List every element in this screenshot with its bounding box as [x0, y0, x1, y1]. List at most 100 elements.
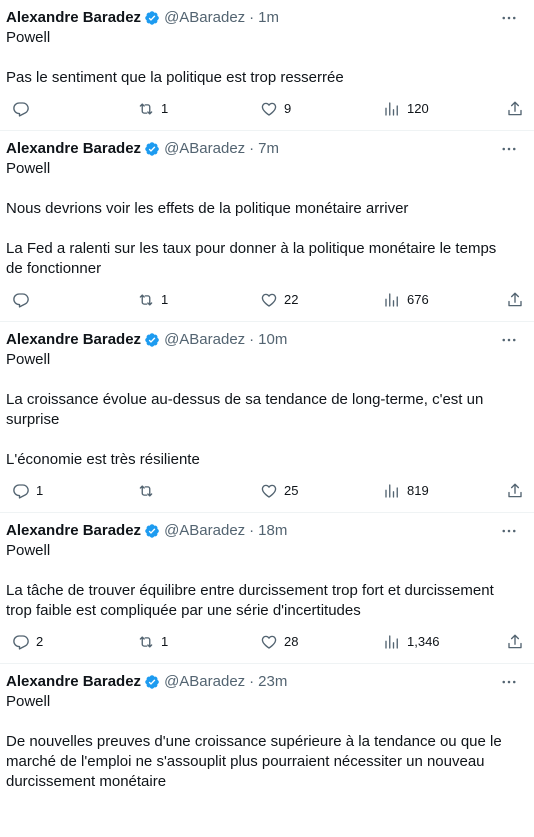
- more-icon[interactable]: [500, 332, 518, 348]
- reply-icon: [13, 102, 29, 117]
- verified-badge-icon: [144, 674, 160, 690]
- tweet-header: Alexandre Baradez @ABaradez · 7m: [6, 139, 534, 159]
- views-icon: [385, 293, 398, 307]
- share-button[interactable]: [506, 482, 524, 500]
- retweet-icon: [139, 485, 153, 497]
- retweet-button[interactable]: 1: [137, 100, 168, 118]
- tweet-paragraph: Powell: [6, 160, 51, 177]
- author-name[interactable]: Alexandre Baradez: [6, 8, 141, 28]
- verified-badge-icon: [144, 523, 160, 539]
- dot-separator: ·: [249, 9, 255, 26]
- tweet-text: Powell Pas le sentiment que la politique…: [6, 28, 534, 88]
- tweet[interactable]: Alexandre Baradez @ABaradez · 18m Powell…: [0, 513, 534, 664]
- verified-badge-icon: [144, 141, 160, 157]
- tweet-text: Powell La croissance évolue au-dessus de…: [6, 350, 534, 470]
- tweet-paragraph: La tâche de trouver équilibre entre durc…: [6, 582, 494, 619]
- retweet-icon: [139, 294, 153, 306]
- retweet-button[interactable]: 1: [137, 291, 168, 309]
- tweet[interactable]: Alexandre Baradez @ABaradez · 1m Powell …: [0, 0, 534, 131]
- reply-icon: [13, 484, 29, 499]
- views-count: 819: [407, 483, 429, 498]
- retweet-count: 1: [161, 634, 169, 649]
- tweet-text: Powell De nouvelles preuves d'une croiss…: [6, 692, 534, 792]
- dot-separator: ·: [249, 140, 255, 157]
- retweet-button[interactable]: 1: [137, 633, 168, 651]
- reply-button[interactable]: [12, 100, 36, 118]
- like-button[interactable]: 9: [260, 100, 291, 118]
- tweet-paragraph: L'économie est très résiliente: [6, 451, 200, 468]
- views-button[interactable]: 120: [383, 100, 429, 118]
- like-button[interactable]: 22: [260, 291, 298, 309]
- tweet-timestamp[interactable]: 1m: [258, 8, 279, 28]
- tweet-header: Alexandre Baradez @ABaradez · 23m: [6, 672, 534, 692]
- tweet-text: Powell La tâche de trouver équilibre ent…: [6, 541, 534, 621]
- tweet-actions: 1 9 120: [6, 100, 534, 120]
- author-name[interactable]: Alexandre Baradez: [6, 672, 141, 692]
- like-count: 25: [284, 483, 299, 498]
- tweet-paragraph: La croissance évolue au-dessus de sa ten…: [6, 391, 484, 428]
- like-icon: [261, 293, 277, 307]
- views-count: 676: [407, 292, 429, 307]
- like-icon: [261, 484, 277, 498]
- more-icon[interactable]: [500, 523, 518, 539]
- reply-count: 2: [36, 634, 44, 649]
- retweet-icon: [139, 636, 153, 648]
- share-icon: [508, 483, 522, 498]
- views-button[interactable]: 676: [383, 291, 429, 309]
- dot-separator: ·: [249, 331, 255, 348]
- author-handle[interactable]: @ABaradez: [164, 8, 245, 28]
- like-button[interactable]: 28: [260, 633, 298, 651]
- timeline-feed: Alexandre Baradez @ABaradez · 1m Powell …: [0, 0, 534, 802]
- tweet-paragraph: Powell: [6, 693, 51, 710]
- views-button[interactable]: 1,346: [383, 633, 440, 651]
- author-handle[interactable]: @ABaradez: [164, 672, 245, 692]
- tweet-header: Alexandre Baradez @ABaradez · 10m: [6, 330, 534, 350]
- like-count: 28: [284, 634, 299, 649]
- retweet-count: 1: [161, 292, 169, 307]
- like-button[interactable]: 25: [260, 482, 298, 500]
- tweet-actions: 1 25 819: [6, 482, 534, 502]
- author-name[interactable]: Alexandre Baradez: [6, 139, 141, 159]
- tweet-paragraph: De nouvelles preuves d'une croissance su…: [6, 733, 502, 790]
- author-name[interactable]: Alexandre Baradez: [6, 521, 141, 541]
- views-icon: [385, 635, 398, 649]
- reply-icon: [13, 635, 29, 650]
- like-icon: [261, 635, 277, 649]
- reply-icon: [13, 293, 29, 308]
- more-icon[interactable]: [500, 674, 518, 690]
- reply-count: 1: [36, 483, 44, 498]
- tweet-header: Alexandre Baradez @ABaradez · 18m: [6, 521, 534, 541]
- tweet-timestamp[interactable]: 23m: [258, 672, 287, 692]
- views-count: 1,346: [407, 634, 440, 649]
- author-handle[interactable]: @ABaradez: [164, 521, 245, 541]
- retweet-count: 1: [161, 101, 169, 116]
- tweet-timestamp[interactable]: 18m: [258, 521, 287, 541]
- reply-button[interactable]: 1: [12, 482, 43, 500]
- share-icon: [508, 292, 522, 307]
- tweet-timestamp[interactable]: 7m: [258, 139, 279, 159]
- views-icon: [385, 484, 398, 498]
- tweet-paragraph: Powell: [6, 351, 51, 368]
- views-button[interactable]: 819: [383, 482, 429, 500]
- tweet-paragraph: Powell: [6, 29, 51, 46]
- tweet[interactable]: Alexandre Baradez @ABaradez · 7m Powell …: [0, 131, 534, 322]
- author-handle[interactable]: @ABaradez: [164, 330, 245, 350]
- share-button[interactable]: [506, 100, 524, 118]
- reply-button[interactable]: 2: [12, 633, 43, 651]
- tweet-timestamp[interactable]: 10m: [258, 330, 287, 350]
- tweet-paragraph: Powell: [6, 542, 51, 559]
- like-count: 9: [284, 101, 292, 116]
- author-name[interactable]: Alexandre Baradez: [6, 330, 141, 350]
- more-icon[interactable]: [500, 141, 518, 157]
- views-icon: [385, 102, 398, 116]
- tweet[interactable]: Alexandre Baradez @ABaradez · 10m Powell…: [0, 322, 534, 513]
- retweet-icon: [139, 103, 153, 115]
- like-count: 22: [284, 292, 299, 307]
- share-button[interactable]: [506, 291, 524, 309]
- share-button[interactable]: [506, 633, 524, 651]
- reply-button[interactable]: [12, 291, 36, 309]
- retweet-button[interactable]: [137, 482, 161, 500]
- tweet[interactable]: Alexandre Baradez @ABaradez · 23m Powell…: [0, 664, 534, 802]
- more-icon[interactable]: [500, 10, 518, 26]
- author-handle[interactable]: @ABaradez: [164, 139, 245, 159]
